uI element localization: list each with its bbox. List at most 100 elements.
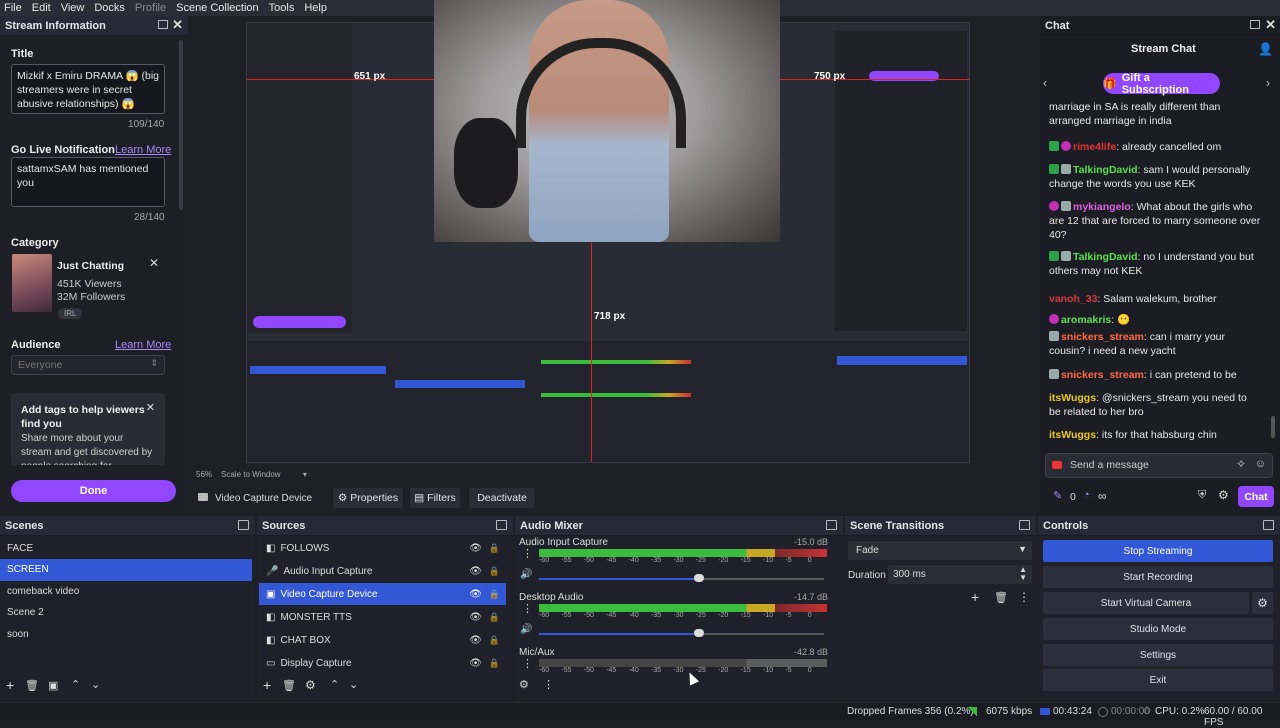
emote-icon[interactable]: ☺ (1255, 458, 1266, 470)
start-recording-button[interactable]: Start Recording (1043, 566, 1273, 588)
category-remove-icon[interactable]: ✕ (149, 256, 159, 270)
chat-next-icon[interactable]: › (1266, 76, 1270, 90)
deactivate-button[interactable]: Deactivate (469, 488, 535, 508)
visibility-eye-icon[interactable]: 👁 (469, 543, 482, 554)
undock-icon[interactable] (158, 20, 168, 29)
bits-icon[interactable]: ✧ (1236, 457, 1246, 471)
source-item[interactable]: 🎤 Audio Input Capture 👁 🔒 (259, 560, 506, 582)
preview-scale-select[interactable]: Scale to Window ▾ (221, 470, 307, 479)
scene-item[interactable]: soon (0, 623, 252, 645)
chat-username[interactable]: mykiangelo (1073, 201, 1131, 213)
menu-edit[interactable]: Edit (32, 2, 51, 14)
source-item[interactable]: ▭ Display Capture 👁 🔒 (259, 652, 506, 674)
lock-icon[interactable]: 🔒 (489, 635, 500, 646)
undock-icon[interactable] (1250, 20, 1260, 29)
channel-menu-icon[interactable]: ⋮ (522, 547, 533, 560)
add-icon[interactable]: + (263, 677, 271, 693)
studio-mode-button[interactable]: Studio Mode (1043, 618, 1273, 640)
start-virtual-camera-button[interactable]: Start Virtual Camera (1043, 592, 1249, 614)
virtual-camera-settings-button[interactable]: ⚙ (1252, 592, 1273, 614)
lock-icon[interactable]: 🔒 (489, 566, 500, 577)
chat-username[interactable]: snickers_stream (1061, 369, 1144, 381)
trash-icon[interactable]: 🗑 (282, 679, 296, 692)
visibility-eye-icon[interactable]: 👁 (469, 566, 482, 577)
webcam-source[interactable] (434, 0, 780, 242)
title-field[interactable]: Mizkif x Emiru DRAMA 😱 (big streamers we… (11, 64, 165, 114)
lock-icon[interactable]: 🔒 (489, 589, 500, 600)
add-transition-icon[interactable]: + (971, 589, 979, 605)
source-item[interactable]: ◧ MONSTER TTS 👁 🔒 (259, 606, 506, 628)
chat-username[interactable]: TalkingDavid (1073, 164, 1138, 176)
speaker-icon[interactable]: 🔊 (520, 624, 532, 635)
undock-icon[interactable] (1263, 520, 1274, 530)
chat-username[interactable]: aromakris (1061, 314, 1111, 326)
add-icon[interactable]: + (6, 677, 14, 693)
menu-tools[interactable]: Tools (269, 2, 295, 14)
chat-username[interactable]: itsWuggs (1049, 429, 1096, 441)
visibility-eye-icon[interactable]: 👁 (469, 589, 482, 600)
menu-docks[interactable]: Docks (94, 2, 125, 14)
tags-card-close-icon[interactable]: ✕ (146, 401, 155, 414)
properties-button[interactable]: ⚙ Properties (333, 488, 403, 508)
undock-icon[interactable] (496, 520, 507, 530)
source-item[interactable]: ◧ CHAT BOX 👁 🔒 (259, 629, 506, 651)
gear-icon[interactable]: ⚙ (305, 678, 316, 692)
volume-slider-handle[interactable] (694, 629, 704, 637)
undock-icon[interactable] (238, 520, 249, 530)
scene-item[interactable]: comeback video (0, 580, 252, 602)
spin-arrows-icon[interactable]: ▲ ▼ (1019, 566, 1027, 582)
speaker-icon[interactable]: 🔊 (520, 569, 532, 580)
chat-input[interactable]: Send a message ✧ ☺ (1045, 453, 1273, 478)
chat-scrollbar[interactable] (1271, 416, 1275, 438)
transition-menu-icon[interactable]: ⋮ (1018, 590, 1030, 604)
lock-icon[interactable]: 🔒 (489, 612, 500, 623)
prediction-icon[interactable]: ◔ (1083, 489, 1090, 501)
lock-icon[interactable]: 🔒 (489, 543, 500, 554)
chat-prev-icon[interactable]: ‹ (1043, 76, 1047, 90)
exit-button[interactable]: Exit (1043, 669, 1273, 691)
chat-username[interactable]: itsWuggs (1049, 392, 1096, 404)
visibility-eye-icon[interactable]: 👁 (469, 635, 482, 646)
close-icon[interactable]: ✕ (1265, 17, 1276, 33)
advanced-audio-icon[interactable]: ⚙ (519, 678, 529, 691)
chat-username[interactable]: rime4life (1073, 141, 1116, 153)
duration-spinbox[interactable]: 300 ms ▲ ▼ (888, 565, 1032, 584)
scrollbar[interactable] (179, 40, 183, 210)
channel-points-icon[interactable]: ✎ (1053, 489, 1062, 502)
stop-streaming-button[interactable]: Stop Streaming (1043, 540, 1273, 562)
chat-username[interactable]: snickers_stream (1061, 331, 1144, 343)
move-down-icon[interactable]: ⌄ (349, 678, 358, 691)
source-item[interactable]: ▣ Video Capture Device 👁 🔒 (259, 583, 506, 605)
menu-help[interactable]: Help (304, 2, 327, 14)
shield-icon[interactable]: ⛨ (1198, 489, 1206, 502)
channel-menu-icon[interactable]: ⋮ (522, 657, 533, 670)
go-live-notification-field[interactable]: sattamxSAM has mentioned you (11, 157, 165, 207)
close-icon[interactable]: ✕ (172, 17, 183, 33)
transition-select[interactable]: Fade ▼ (848, 541, 1032, 560)
filter-icon[interactable]: ▣ (48, 679, 58, 692)
chat-send-button[interactable]: Chat (1238, 486, 1274, 507)
menu-file[interactable]: File (4, 2, 22, 14)
scene-item[interactable]: Scene 2 (0, 602, 252, 624)
visibility-eye-icon[interactable]: 👁 (469, 612, 482, 623)
visibility-eye-icon[interactable]: 👁 (469, 658, 482, 669)
undock-icon[interactable] (826, 520, 837, 530)
filters-button[interactable]: ▤ Filters (410, 488, 460, 508)
move-up-icon[interactable]: ⌃ (330, 678, 339, 691)
mixer-menu-icon[interactable]: ⋮ (543, 678, 554, 691)
gift-subscription-button[interactable]: 🎁 Gift a Subscription (1103, 72, 1220, 96)
chat-username[interactable]: TalkingDavid (1073, 251, 1138, 263)
menu-profile[interactable]: Profile (135, 2, 166, 14)
audience-select[interactable]: Everyone ⇕ (11, 355, 165, 375)
source-item[interactable]: ◧ FOLLOWS 👁 🔒 (259, 537, 506, 559)
remove-transition-icon[interactable]: 🗑 (994, 591, 1008, 604)
preview-zoom[interactable]: 56% (196, 470, 212, 479)
volume-slider-handle[interactable] (694, 574, 704, 582)
menu-view[interactable]: View (61, 2, 85, 14)
undock-icon[interactable] (1019, 520, 1030, 530)
channel-menu-icon[interactable]: ⋮ (522, 602, 533, 615)
scene-item[interactable]: FACE (0, 537, 252, 559)
users-icon[interactable]: 👤 (1258, 42, 1273, 56)
trash-icon[interactable]: 🗑 (25, 679, 39, 692)
settings-button[interactable]: Settings (1043, 644, 1273, 666)
